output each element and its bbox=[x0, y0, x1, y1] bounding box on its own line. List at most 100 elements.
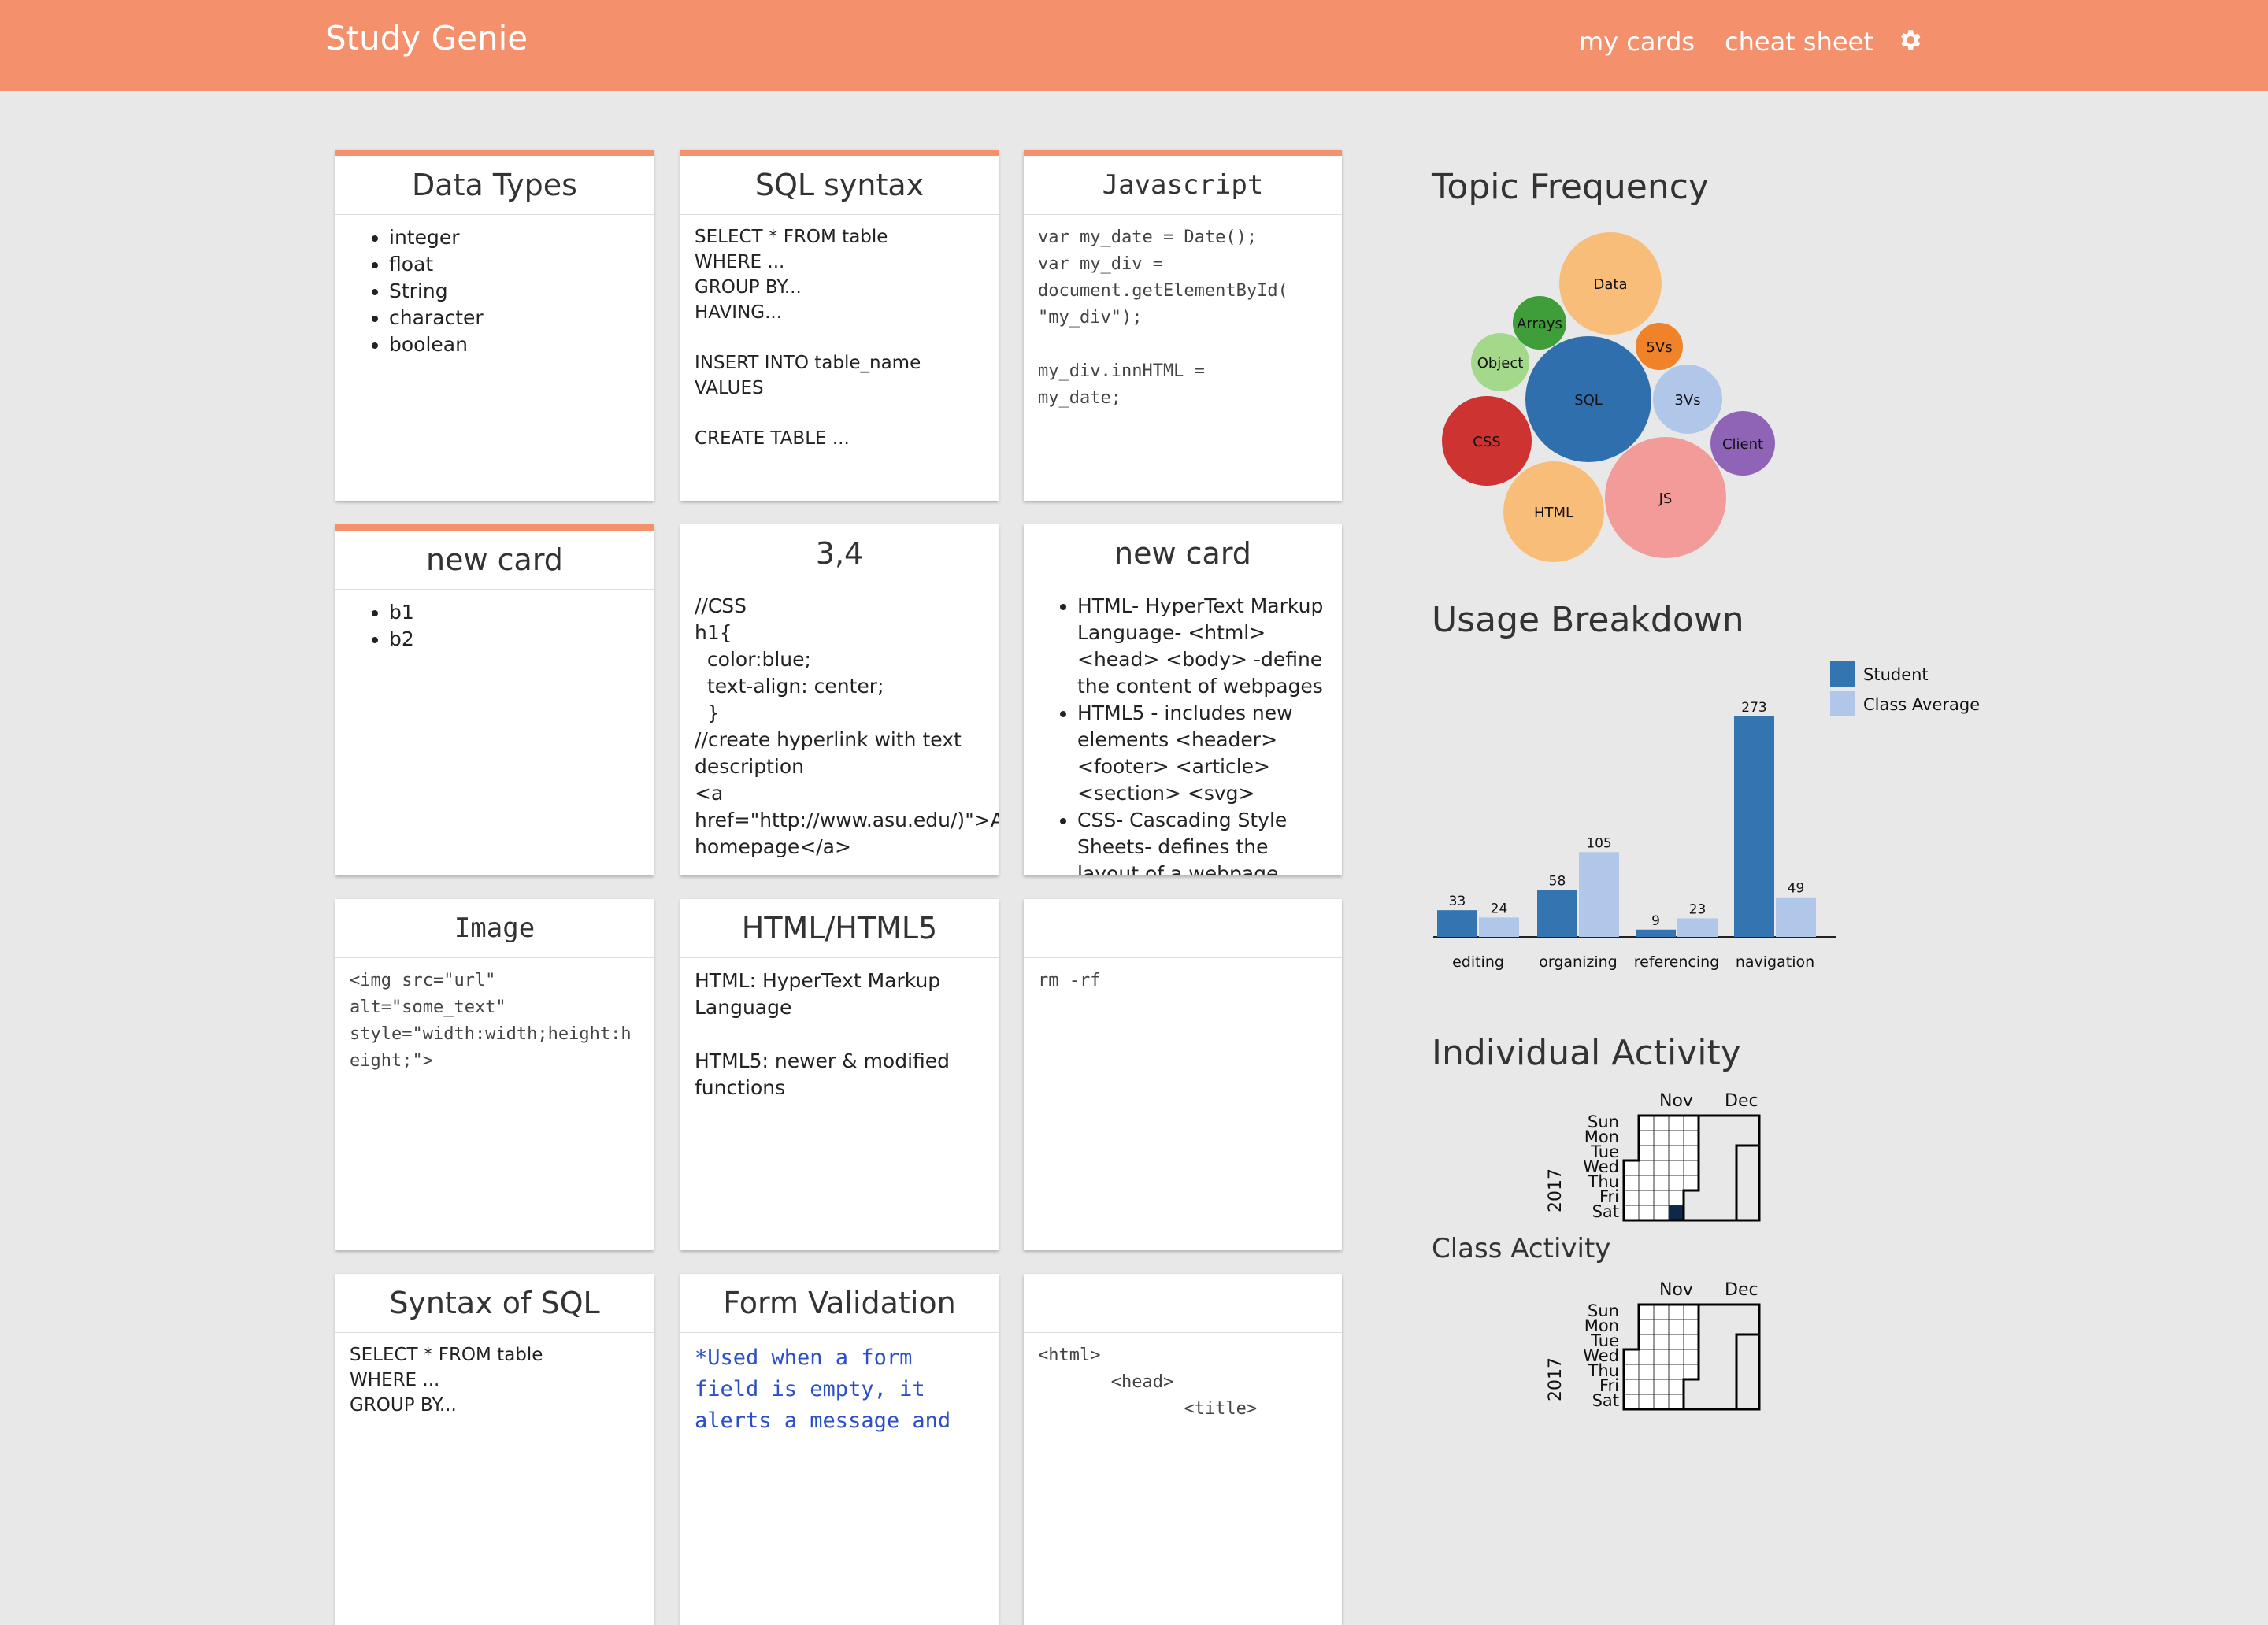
calendar-day-cell[interactable] bbox=[1623, 1349, 1640, 1365]
study-card[interactable]: Form Validation *Used when a form field i… bbox=[680, 1274, 999, 1625]
calendar-day-cell[interactable] bbox=[1668, 1364, 1684, 1380]
calendar-day-cell[interactable] bbox=[1623, 1160, 1640, 1176]
nav-my-cards[interactable]: my cards bbox=[1579, 27, 1695, 57]
calendar-day-cell[interactable] bbox=[1623, 1175, 1640, 1191]
calendar-day-cell[interactable] bbox=[1683, 1130, 1699, 1146]
bar-navigation-0 bbox=[1734, 716, 1774, 937]
calendar-day-cell[interactable] bbox=[1653, 1205, 1670, 1221]
bubble-label: JS bbox=[1658, 490, 1673, 507]
calendar-day-cell[interactable] bbox=[1668, 1304, 1684, 1320]
calendar-day-cell[interactable] bbox=[1638, 1145, 1655, 1161]
study-card[interactable]: SQL syntax SELECT * FROM table WHERE ... … bbox=[680, 150, 999, 501]
calendar-day-cell[interactable] bbox=[1653, 1160, 1670, 1176]
calendar-day-cell[interactable] bbox=[1638, 1364, 1655, 1380]
card-title: SQL syntax bbox=[680, 156, 999, 215]
calendar-day-cell[interactable] bbox=[1653, 1115, 1670, 1131]
class-activity-calendar: Nov DecSunMonTueWedThuFriSat2017 bbox=[1546, 1280, 1761, 1411]
calendar-day-cell[interactable] bbox=[1668, 1334, 1684, 1350]
calendar-day-cell[interactable] bbox=[1653, 1394, 1670, 1410]
calendar-day-cell[interactable] bbox=[1668, 1394, 1684, 1410]
calendar-day-cell[interactable] bbox=[1683, 1334, 1699, 1350]
bar-editing-0 bbox=[1437, 910, 1477, 937]
calendar-day-cell[interactable] bbox=[1638, 1190, 1655, 1206]
calendar-day-cell[interactable] bbox=[1638, 1349, 1655, 1365]
calendar-day-cell[interactable] bbox=[1653, 1334, 1670, 1350]
navbar: Study Genie my cards cheat sheet bbox=[0, 0, 2268, 91]
card-body: SELECT * FROM table WHERE ... GROUP BY..… bbox=[350, 1345, 543, 1416]
calendar-day-cell[interactable] bbox=[1638, 1115, 1655, 1131]
category-label: organizing bbox=[1539, 953, 1617, 971]
calendar-day-cell[interactable] bbox=[1638, 1304, 1655, 1320]
calendar-day-cell[interactable] bbox=[1653, 1304, 1670, 1320]
study-card[interactable]: new card HTML- HyperText Markup Language-… bbox=[1024, 524, 1342, 875]
calendar-day-cell[interactable] bbox=[1683, 1349, 1699, 1365]
calendar-day-cell[interactable] bbox=[1623, 1379, 1640, 1395]
calendar-day-cell[interactable] bbox=[1683, 1145, 1699, 1161]
calendar-day-cell[interactable] bbox=[1623, 1190, 1640, 1206]
calendar-day-cell[interactable] bbox=[1638, 1175, 1655, 1191]
month-outline bbox=[1699, 1114, 1761, 1222]
card-bullet-list: b1b2 bbox=[350, 599, 639, 653]
brand-title[interactable]: Study Genie bbox=[325, 19, 528, 57]
bar-navigation-1 bbox=[1776, 897, 1816, 937]
calendar-day-cell[interactable] bbox=[1638, 1394, 1655, 1410]
calendar-day-cell[interactable] bbox=[1623, 1205, 1640, 1221]
study-card[interactable]: new card b1b2 bbox=[335, 524, 654, 875]
calendar-day-cell[interactable] bbox=[1653, 1349, 1670, 1365]
calendar-day-cell[interactable] bbox=[1683, 1115, 1699, 1131]
study-card[interactable]: <html> <head> <title> bbox=[1024, 1274, 1342, 1625]
calendar-day-cell[interactable] bbox=[1653, 1190, 1670, 1206]
calendar-day-cell[interactable] bbox=[1638, 1130, 1655, 1146]
calendar-day-cell[interactable] bbox=[1668, 1205, 1684, 1221]
calendar-day-cell[interactable] bbox=[1638, 1205, 1655, 1221]
calendar-day-cell[interactable] bbox=[1668, 1175, 1684, 1191]
calendar-day-cell[interactable] bbox=[1653, 1175, 1670, 1191]
calendar-day-cell[interactable] bbox=[1668, 1115, 1684, 1131]
calendar-day-cell[interactable] bbox=[1668, 1319, 1684, 1335]
study-card[interactable]: Syntax of SQL SELECT * FROM table WHERE .… bbox=[335, 1274, 654, 1625]
individual-activity-title: Individual Activity bbox=[1432, 1033, 1741, 1073]
card-title: new card bbox=[335, 531, 654, 590]
study-card[interactable]: rm -rf bbox=[1024, 899, 1342, 1250]
bar-value-label: 49 bbox=[1788, 881, 1805, 897]
calendar-day-cell[interactable] bbox=[1653, 1130, 1670, 1146]
card-title: 3,4 bbox=[680, 524, 999, 583]
calendar-day-cell[interactable] bbox=[1653, 1364, 1670, 1380]
calendar-day-cell[interactable] bbox=[1668, 1130, 1684, 1146]
usage-breakdown-bar-chart: 33 24 editing 58 105 organizing 9 23 referencing… bbox=[1433, 661, 1980, 971]
calendar-day-cell[interactable] bbox=[1638, 1160, 1655, 1176]
bubble-label: Client bbox=[1722, 436, 1763, 453]
calendar-day-cell[interactable] bbox=[1638, 1334, 1655, 1350]
calendar-day-cell[interactable] bbox=[1653, 1379, 1670, 1395]
list-item: character bbox=[389, 305, 639, 331]
calendar-day-cell[interactable] bbox=[1668, 1145, 1684, 1161]
study-card[interactable]: 3,4 //CSS h1{ color:blue; text-align: cen… bbox=[680, 524, 999, 875]
calendar-day-cell[interactable] bbox=[1623, 1394, 1640, 1410]
calendar-day-cell[interactable] bbox=[1683, 1175, 1699, 1191]
calendar-day-cell[interactable] bbox=[1668, 1349, 1684, 1365]
calendar-day-cell[interactable] bbox=[1683, 1319, 1699, 1335]
bubble-label: SQL bbox=[1574, 392, 1603, 409]
calendar-day-cell[interactable] bbox=[1653, 1145, 1670, 1161]
study-card[interactable]: Data Types integerfloatStringcharacterboo… bbox=[335, 150, 654, 501]
card-body: rm -rf bbox=[1038, 971, 1101, 990]
calendar-day-cell[interactable] bbox=[1683, 1160, 1699, 1176]
card-title bbox=[1024, 899, 1342, 958]
calendar-day-cell[interactable] bbox=[1668, 1160, 1684, 1176]
calendar-day-cell[interactable] bbox=[1638, 1379, 1655, 1395]
calendar-day-cell[interactable] bbox=[1668, 1379, 1684, 1395]
calendar-day-cell[interactable] bbox=[1683, 1364, 1699, 1380]
calendar-day-cell[interactable] bbox=[1623, 1364, 1640, 1380]
individual-activity-calendar: Nov DecSunMonTueWedThuFriSat2017 bbox=[1546, 1091, 1761, 1222]
calendar-day-cell[interactable] bbox=[1653, 1319, 1670, 1335]
calendar-day-cell[interactable] bbox=[1683, 1304, 1699, 1320]
study-card[interactable]: Image <img src="url" alt="some_text" styl… bbox=[335, 899, 654, 1250]
bar-value-label: 58 bbox=[1549, 874, 1566, 890]
calendar-day-cell[interactable] bbox=[1668, 1190, 1684, 1206]
bar-organizing-1 bbox=[1579, 852, 1619, 937]
gear-icon[interactable] bbox=[1896, 27, 1923, 54]
study-card[interactable]: Javascript var my_date = Date(); var my_d… bbox=[1024, 150, 1342, 501]
study-card[interactable]: HTML/HTML5 HTML: HyperText Markup Languag… bbox=[680, 899, 999, 1250]
nav-cheat-sheet[interactable]: cheat sheet bbox=[1725, 27, 1873, 57]
calendar-day-cell[interactable] bbox=[1638, 1319, 1655, 1335]
